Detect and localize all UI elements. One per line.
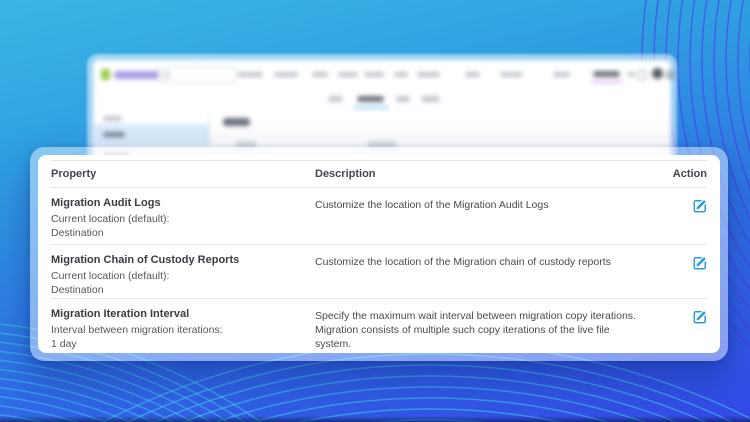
edit-icon [693, 200, 706, 213]
tab-blurred [421, 96, 440, 102]
action-cell [667, 197, 707, 244]
description-cell: Customize the location of the Migration … [315, 256, 611, 268]
nav-item-blurred [338, 72, 358, 77]
nav-item-blurred [312, 72, 328, 77]
property-current-label: Interval between migration iterations: [51, 324, 223, 336]
column-header-description: Description [315, 168, 376, 180]
tab-blurred [396, 96, 410, 102]
sidebar-item-label-blurred [103, 132, 125, 137]
property-title: Migration Audit Logs [51, 197, 161, 209]
property-current-label: Current location (default): [51, 213, 170, 225]
account-menu-underline [591, 81, 623, 83]
property-cell: Migration Chain of Custody Reports Curre… [51, 254, 315, 298]
settings-table: Property Description Action Migration Au… [38, 155, 720, 353]
active-tab-underline [353, 106, 389, 109]
nav-item-blurred [465, 72, 480, 77]
description-cell: Specify the maximum wait interval betwee… [315, 310, 636, 350]
nav-item-blurred [417, 72, 440, 77]
edit-button[interactable] [693, 310, 707, 324]
table-row: Migration Iteration Interval Interval be… [51, 299, 707, 354]
column-header-action: Action [672, 168, 707, 180]
edit-icon [693, 311, 706, 324]
description-cell: Customize the location of the Migration … [315, 199, 549, 211]
property-cell: Migration Audit Logs Current location (d… [51, 197, 315, 244]
nav-item-blurred [553, 72, 570, 77]
tab-active-blurred [357, 96, 384, 102]
nav-item-blurred [394, 72, 408, 77]
nav-item-blurred [627, 72, 635, 77]
search-icon [162, 71, 170, 79]
action-cell [667, 308, 707, 354]
property-current-value: Destination [51, 283, 104, 296]
search-input [158, 66, 236, 83]
property-current-label: Current location (default): [51, 270, 170, 282]
hamburger-menu-icon [666, 71, 675, 79]
nav-item-blurred [274, 72, 298, 77]
marketing-banner: { "colors": { "accent_blue": "#2D9CDB", … [0, 0, 750, 422]
table-header-row: Property Description Action [51, 160, 707, 188]
table-row: Migration Audit Logs Current location (d… [51, 188, 707, 245]
user-avatar-icon [652, 68, 663, 79]
edit-button[interactable] [693, 199, 707, 213]
settings-table-card: Property Description Action Migration Au… [30, 147, 728, 361]
nav-item-blurred [500, 72, 523, 77]
column-header-property: Property [51, 168, 97, 180]
table-row: Migration Chain of Custody Reports Curre… [51, 245, 707, 299]
help-icon [637, 70, 647, 80]
app-logo-icon [101, 69, 110, 80]
property-current-value: Destination [51, 226, 104, 239]
property-cell: Migration Iteration Interval Interval be… [51, 308, 315, 354]
action-cell [667, 254, 707, 298]
property-title: Migration Chain of Custody Reports [51, 254, 240, 266]
property-current-value: 1 day [51, 337, 77, 350]
account-menu-blurred [593, 71, 620, 77]
nav-item-blurred [364, 72, 384, 77]
bottom-vignette [0, 416, 750, 422]
sidebar-item-blurred [103, 116, 122, 121]
page-heading-blurred [223, 118, 250, 126]
edit-button[interactable] [693, 256, 707, 270]
edit-icon [693, 257, 706, 270]
nav-item-blurred [237, 72, 263, 77]
tab-blurred [328, 96, 343, 102]
property-title: Migration Iteration Interval [51, 308, 190, 320]
